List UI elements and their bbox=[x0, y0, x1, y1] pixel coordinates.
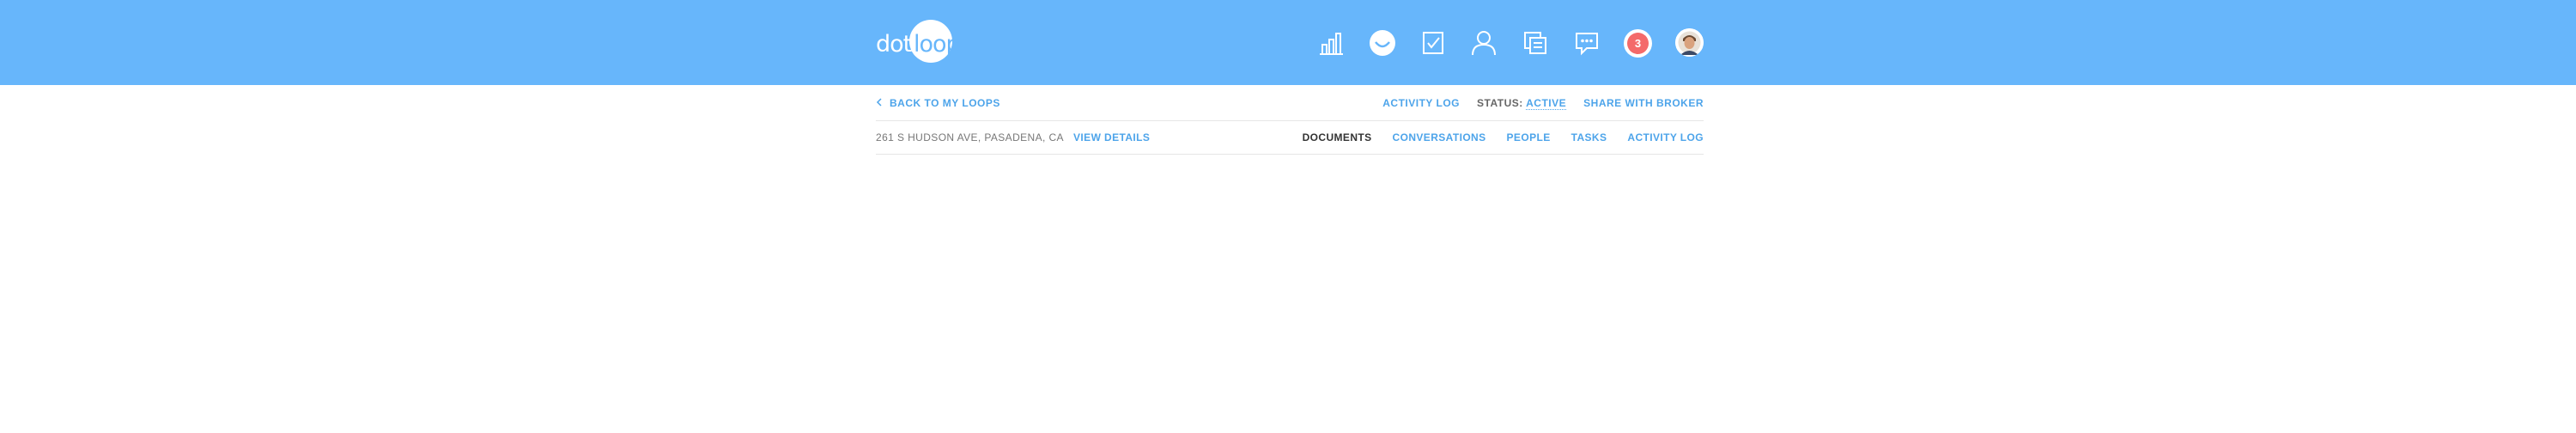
logo-text-left: dot bbox=[876, 31, 912, 58]
dotloop-logo[interactable]: dot loop bbox=[874, 19, 961, 67]
loop-tabs: DOCUMENTS CONVERSATIONS PEOPLE TASKS ACT… bbox=[1303, 131, 1704, 143]
chevron-left-icon bbox=[876, 97, 883, 109]
status-label: STATUS: bbox=[1477, 97, 1523, 109]
activity-log-link[interactable]: ACTIVITY LOG bbox=[1382, 97, 1460, 109]
tab-documents[interactable]: DOCUMENTS bbox=[1303, 131, 1372, 143]
top-navigation-bar: dot loop 3 bbox=[0, 0, 2576, 85]
loop-tabs-bar: 261 S HUDSON AVE, PASADENA, CA VIEW DETA… bbox=[876, 127, 1704, 148]
divider bbox=[876, 120, 1704, 121]
notifications-count: 3 bbox=[1627, 33, 1649, 54]
people-icon[interactable] bbox=[1467, 26, 1501, 60]
user-avatar[interactable] bbox=[1675, 28, 1704, 57]
status-dropdown[interactable]: ACTIVE bbox=[1526, 97, 1567, 110]
loop-address: 261 S HUDSON AVE, PASADENA, CA bbox=[876, 131, 1064, 143]
logo-text-right: loop bbox=[914, 31, 961, 58]
loops-icon[interactable] bbox=[1365, 26, 1400, 60]
tab-conversations[interactable]: CONVERSATIONS bbox=[1393, 131, 1486, 143]
tab-tasks[interactable]: TASKS bbox=[1571, 131, 1607, 143]
divider bbox=[876, 154, 1704, 155]
analytics-icon[interactable] bbox=[1315, 26, 1349, 60]
back-to-loops-link[interactable]: BACK TO MY LOOPS bbox=[876, 97, 1000, 109]
templates-icon[interactable] bbox=[1518, 26, 1552, 60]
view-details-link[interactable]: VIEW DETAILS bbox=[1073, 131, 1150, 143]
tab-people[interactable]: PEOPLE bbox=[1507, 131, 1551, 143]
tab-activity-log[interactable]: ACTIVITY LOG bbox=[1627, 131, 1704, 143]
tasks-icon[interactable] bbox=[1416, 26, 1450, 60]
loop-action-bar: BACK TO MY LOOPS ACTIVITY LOG STATUS: AC… bbox=[876, 93, 1704, 113]
notifications-button[interactable]: 3 bbox=[1624, 29, 1652, 58]
share-with-broker-link[interactable]: SHARE WITH BROKER bbox=[1583, 97, 1704, 109]
back-to-loops-label: BACK TO MY LOOPS bbox=[890, 97, 1000, 109]
messages-icon[interactable] bbox=[1570, 26, 1604, 60]
